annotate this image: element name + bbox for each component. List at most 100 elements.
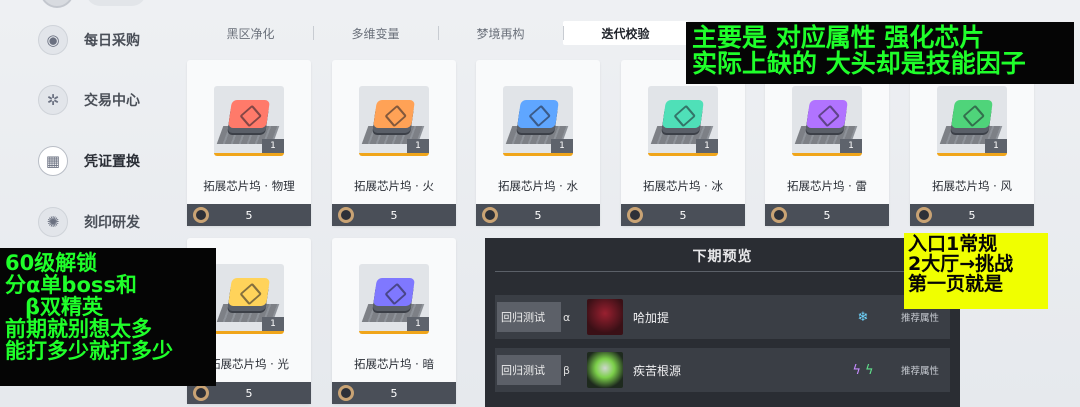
item-quantity: 1	[262, 317, 284, 331]
item-name: 拓展芯片坞 · 物理	[203, 179, 295, 193]
ice-element-icon: ❄	[857, 309, 869, 325]
item-price: 5	[823, 208, 831, 222]
chip-dock-image: 1	[359, 86, 429, 156]
chip-icon	[373, 278, 415, 306]
price-bar[interactable]: 5	[765, 204, 889, 226]
boss-name: 哈加提	[633, 310, 670, 325]
annotation-line: 主要是 对应属性 强化芯片	[692, 23, 985, 52]
item-name: 拓展芯片坞 · 火	[354, 179, 434, 193]
item-name: 拓展芯片坞 · 水	[498, 179, 578, 193]
stage-label: 回归测试	[497, 355, 561, 385]
currency-icon	[193, 385, 209, 401]
annotation-line: β双精英	[25, 295, 104, 320]
preview-row-beta[interactable]: 回归测试 β 疾苦根源 ϟ ϟ 推荐属性	[495, 348, 950, 392]
currency-icon	[771, 207, 787, 223]
item-price: 5	[679, 208, 687, 222]
sidebar-item-label: 交易中心	[84, 93, 140, 109]
basket-icon: ◉	[38, 25, 68, 55]
annotation-line: 60级解锁	[5, 251, 98, 275]
item-price: 5	[245, 386, 253, 400]
boss-name: 疾苦根源	[633, 363, 682, 378]
shop-item-card[interactable]: 1 拓展芯片坞 · 冰 5	[621, 60, 745, 226]
sidebar-item-daily-purchase[interactable]: ◉ 每日采购	[38, 20, 140, 60]
voucher-icon: ▦	[38, 146, 68, 176]
chip-dock-image: 1	[214, 86, 284, 156]
tab-multi-variable[interactable]: 多维变量	[313, 21, 438, 45]
chip-icon	[951, 100, 993, 128]
annotation-line: 分α单boss和	[5, 273, 137, 298]
recommended-label: 推荐属性	[901, 313, 940, 324]
annotation-entry-hint: 入口1常规 2大厅→挑战 第一页就是	[904, 233, 1048, 309]
preview-row-alpha[interactable]: 回归测试 α 哈加提 ❄ 推荐属性	[495, 295, 950, 339]
sidebar-item-label: 凭证置换	[84, 154, 140, 170]
chip-dock-image: 1	[648, 86, 718, 156]
annotation-left: 60级解锁 分α单boss和 β双精英 前期就别想太多 能打多少就打多少	[0, 248, 216, 386]
top-nav-icon[interactable]	[40, 0, 74, 8]
tab-dream-rebuild[interactable]: 梦境再构	[438, 21, 563, 45]
boss-portrait	[587, 299, 623, 335]
item-price: 5	[245, 208, 253, 222]
price-bar[interactable]: 5	[476, 204, 600, 226]
stage-greek: α	[563, 310, 571, 324]
item-quantity: 1	[985, 139, 1007, 153]
item-name: 拓展芯片坞 · 雷	[787, 179, 867, 193]
recommended-elements: ϟ ϟ	[833, 363, 893, 378]
shop-item-card[interactable]: 1 拓展芯片坞 · 风 5	[910, 60, 1034, 226]
sidebar-item-label: 刻印研发	[84, 215, 140, 231]
item-name: 拓展芯片坞 · 暗	[354, 357, 434, 371]
price-bar[interactable]: 5	[187, 204, 311, 226]
chip-icon	[662, 100, 704, 128]
sidebar-item-engrave-research[interactable]: ✺ 刻印研发	[38, 202, 140, 242]
item-name: 拓展芯片坞 · 冰	[643, 179, 723, 193]
item-quantity: 1	[696, 139, 718, 153]
divider	[495, 271, 950, 272]
currency-icon	[916, 207, 932, 223]
thunder-element-icon: ϟ	[852, 362, 861, 378]
tab-black-zone[interactable]: 黑区净化	[188, 21, 313, 45]
chip-dock-image: 1	[792, 86, 862, 156]
sidebar-item-trade-center[interactable]: ✲ 交易中心	[38, 80, 140, 120]
recommended-elements: ❄	[833, 310, 893, 325]
shop-item-card[interactable]: 1 拓展芯片坞 · 雷 5	[765, 60, 889, 226]
item-name: 拓展芯片坞 · 风	[932, 179, 1012, 193]
currency-icon	[338, 385, 354, 401]
stage-label: 回归测试	[497, 302, 561, 332]
trade-icon: ✲	[38, 85, 68, 115]
price-bar[interactable]: 5	[621, 204, 745, 226]
shop-item-card[interactable]: 1 拓展芯片坞 · 物理 5	[187, 60, 311, 226]
chip-dock-image: 1	[359, 264, 429, 334]
chip-icon	[228, 278, 270, 306]
sidebar-item-voucher-exchange[interactable]: ▦ 凭证置换	[38, 141, 140, 181]
boss-portrait	[587, 352, 623, 388]
chip-icon	[228, 100, 270, 128]
sidebar-item-label: 每日采购	[84, 33, 140, 49]
price-bar[interactable]: 5	[332, 204, 456, 226]
preview-title: 下期预览	[692, 249, 753, 265]
top-nav-tab[interactable]	[86, 0, 146, 6]
chip-dock-image: 1	[503, 86, 573, 156]
annotation-line: 2大厅→挑战	[908, 252, 1014, 275]
recommended-label: 推荐属性	[901, 366, 940, 377]
next-period-preview-panel: 下期预览 回归测试 α 哈加提 ❄ 推荐属性 回归测试 β 疾苦根源 ϟ ϟ 推…	[485, 238, 960, 407]
item-price: 5	[968, 208, 976, 222]
shop-item-card[interactable]: 1 拓展芯片坞 · 暗 5	[332, 238, 456, 404]
shop-item-card[interactable]: 1 拓展芯片坞 · 水 5	[476, 60, 600, 226]
price-bar[interactable]: 5	[910, 204, 1034, 226]
engrave-icon: ✺	[38, 207, 68, 237]
wind-element-icon: ϟ	[865, 362, 874, 378]
item-quantity: 1	[840, 139, 862, 153]
currency-icon	[482, 207, 498, 223]
annotation-line: 前期就别想太多	[5, 317, 152, 342]
chip-dock-image: 1	[937, 86, 1007, 156]
price-bar[interactable]: 5	[332, 382, 456, 404]
item-price: 5	[390, 386, 398, 400]
chip-icon	[373, 100, 415, 128]
item-quantity: 1	[262, 139, 284, 153]
chip-icon	[806, 100, 848, 128]
item-price: 5	[534, 208, 542, 222]
item-quantity: 1	[407, 317, 429, 331]
tab-iteration-check[interactable]: 迭代校验	[563, 21, 688, 45]
shop-item-card[interactable]: 1 拓展芯片坞 · 火 5	[332, 60, 456, 226]
item-price: 5	[390, 208, 398, 222]
currency-icon	[627, 207, 643, 223]
